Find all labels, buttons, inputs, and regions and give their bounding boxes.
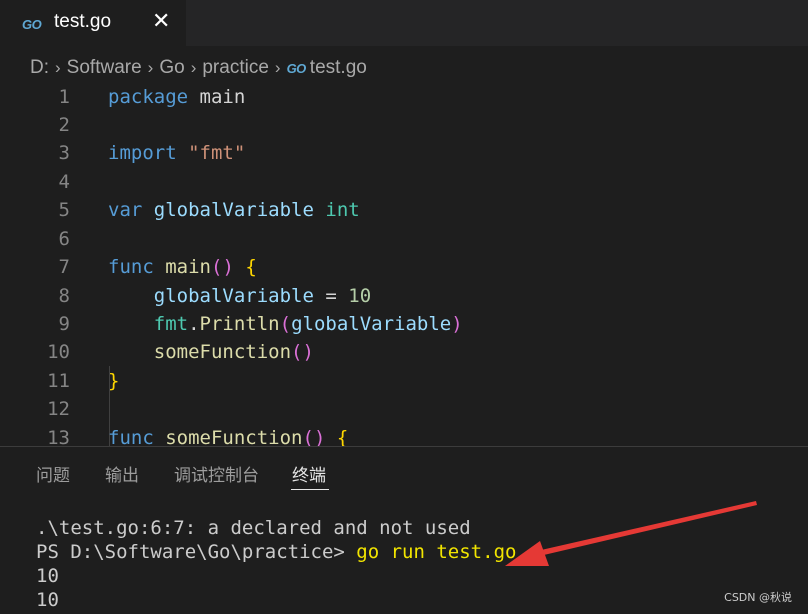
red-arrow-icon [505,501,757,566]
